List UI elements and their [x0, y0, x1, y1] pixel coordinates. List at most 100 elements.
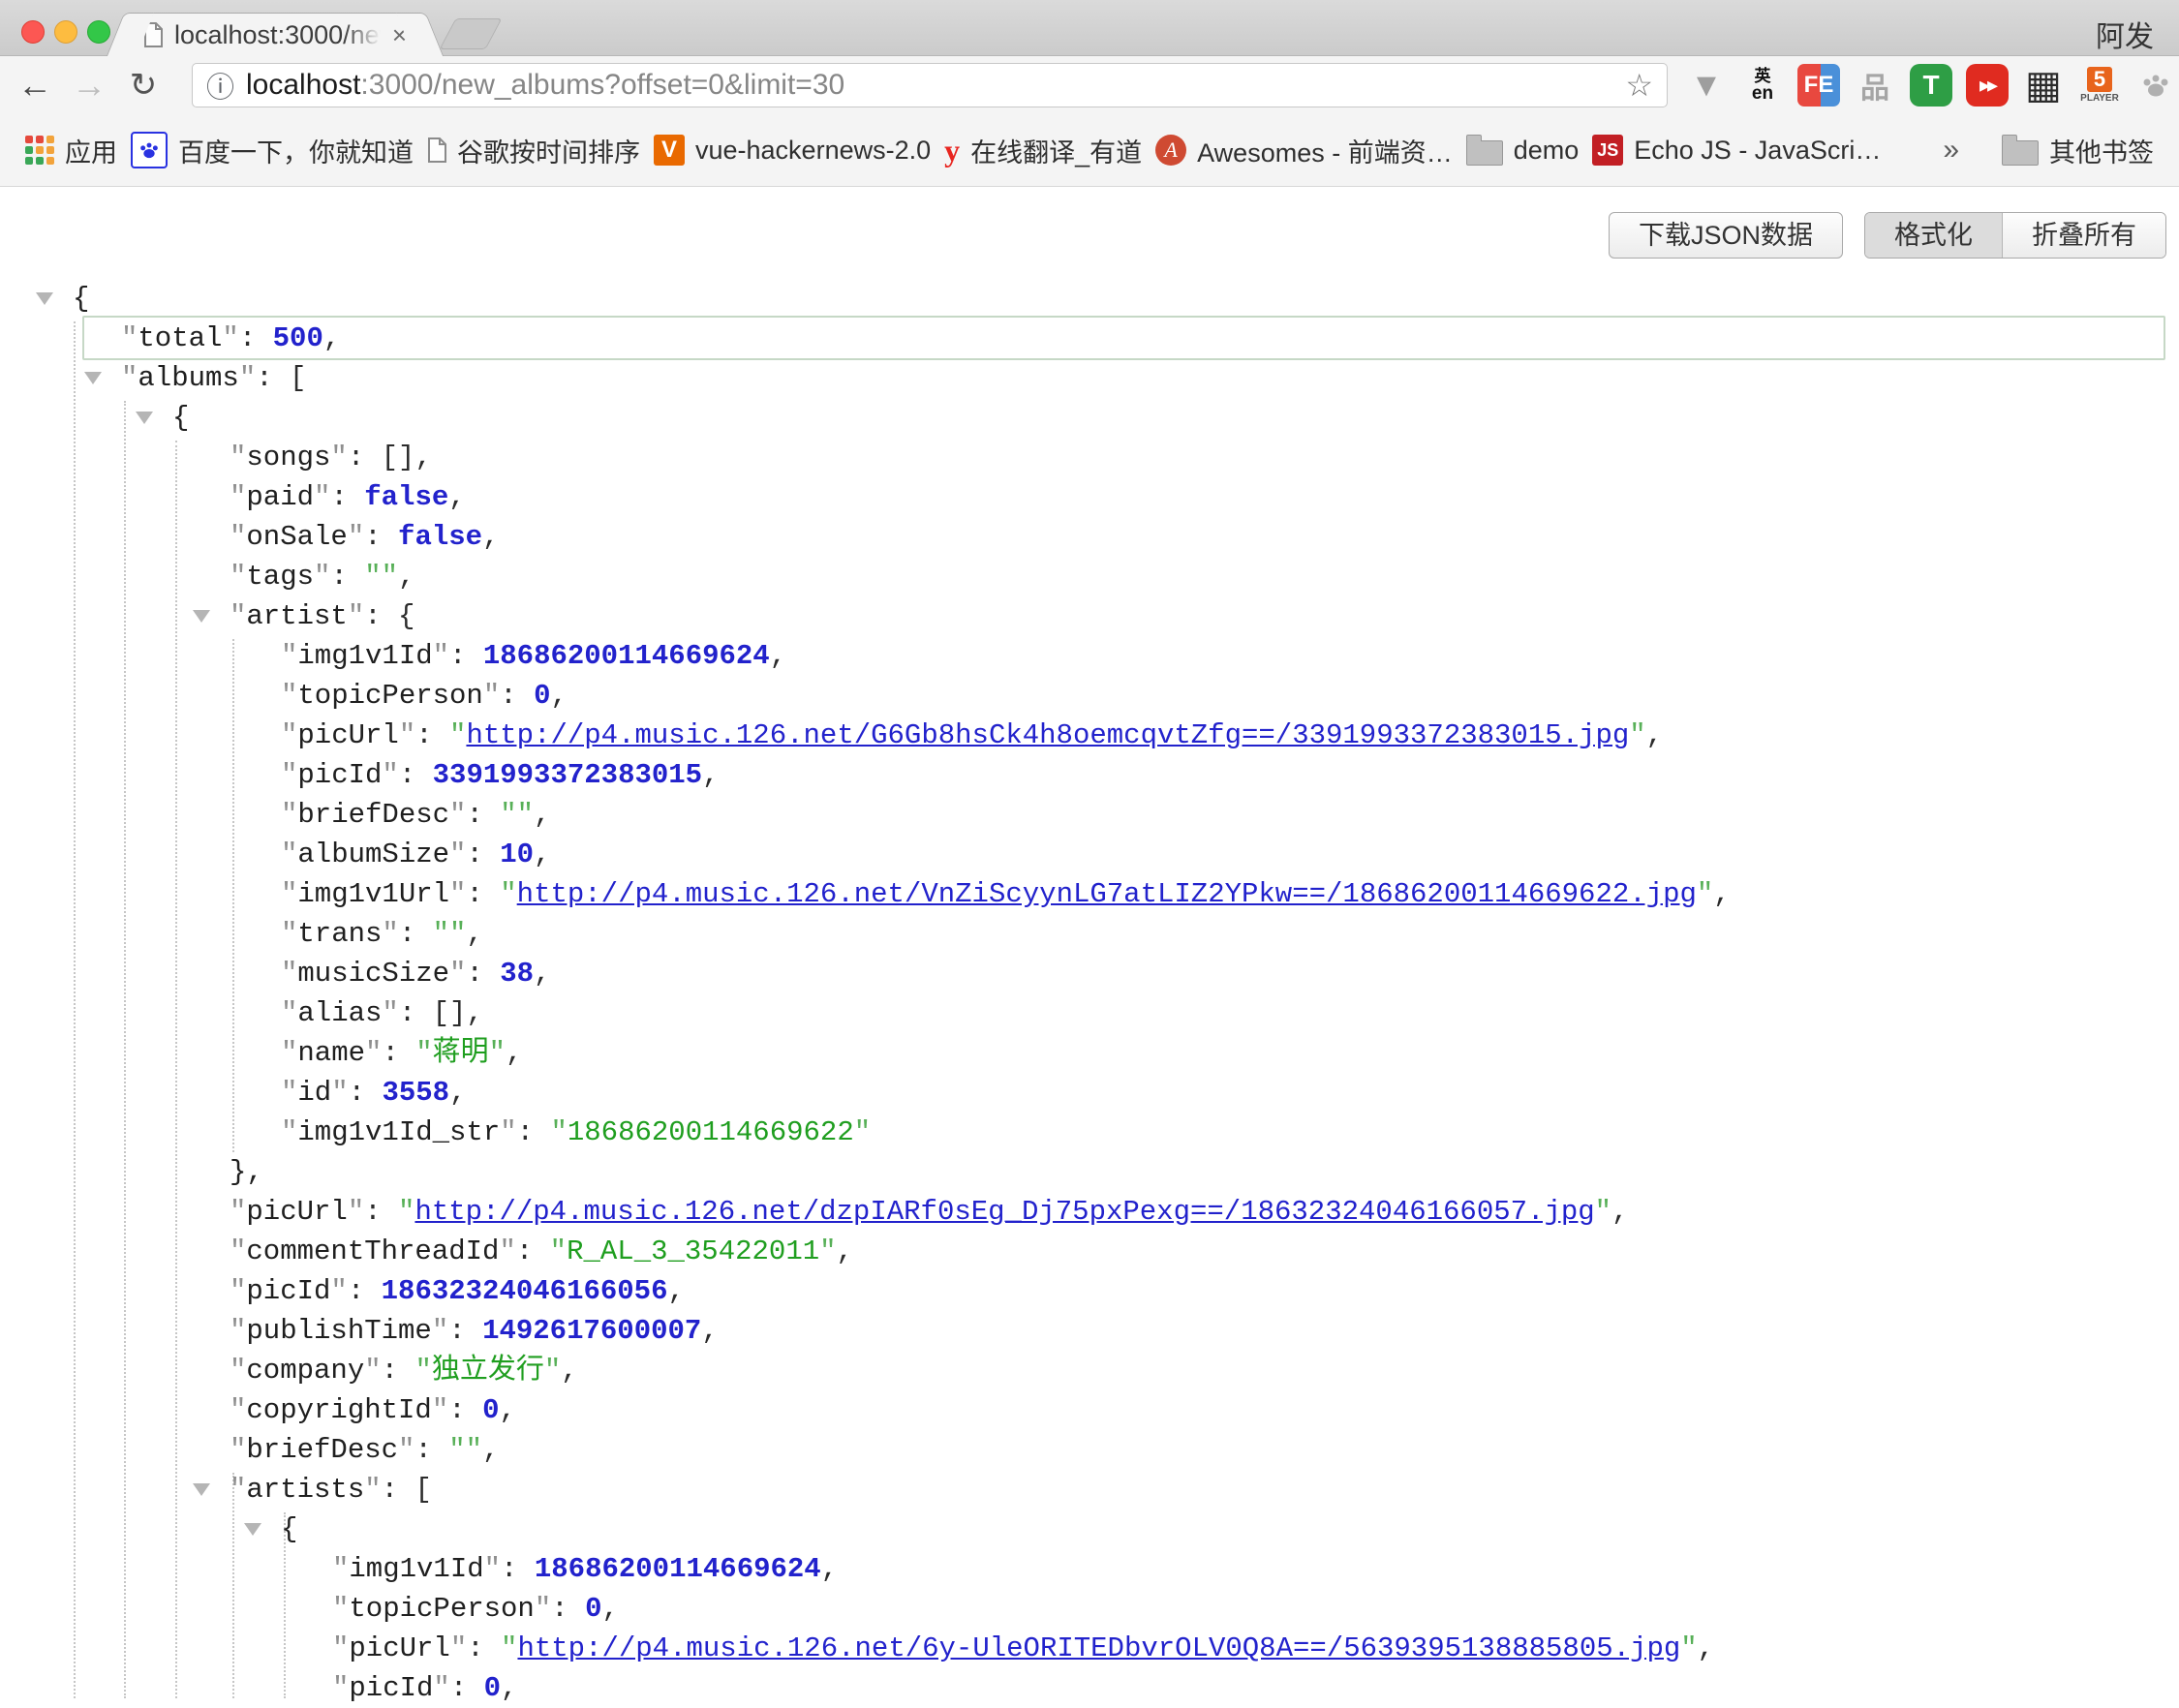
bookmarks-overflow-icon[interactable]: »: [1943, 134, 1959, 167]
json-token: :: [349, 1077, 383, 1109]
json-token: artist: [230, 600, 364, 632]
download-json-button[interactable]: 下载JSON数据: [1609, 212, 1843, 259]
new-tab-button[interactable]: [439, 18, 502, 49]
json-token: ,: [1713, 878, 1730, 910]
bookmark-apps[interactable]: 应用: [25, 132, 117, 169]
json-token: 0: [482, 1394, 499, 1426]
json-url-link[interactable]: http://p4.music.126.net/VnZiScyynLG7atLI…: [517, 878, 1697, 910]
json-token: {: [281, 1513, 297, 1545]
page-info-icon[interactable]: ⓘ: [206, 65, 234, 106]
bookmark-label: Echo JS - JavaScri…: [1634, 136, 1881, 166]
bookmark-baidu[interactable]: 百度一下，你就知道: [131, 132, 414, 169]
json-token: ,: [668, 1275, 685, 1307]
json-token: :: [348, 1275, 382, 1307]
json-line: copyrightId: 0,: [0, 1390, 2179, 1430]
json-line: },: [0, 1152, 2179, 1192]
json-token: ,: [1611, 1196, 1628, 1228]
qr-code-extension-icon[interactable]: ▦: [2022, 64, 2065, 107]
json-token: : [: [382, 1474, 432, 1506]
json-token: ,: [770, 640, 786, 672]
collapse-toggle-icon[interactable]: [36, 292, 53, 305]
json-token: 0: [484, 1672, 501, 1704]
collapse-toggle-icon[interactable]: [193, 610, 210, 623]
paw-extension-icon[interactable]: [2134, 64, 2177, 107]
bookmark-label: Awesomes - 前端资…: [1197, 132, 1453, 169]
reload-button[interactable]: ↻: [116, 66, 170, 105]
json-token: 3558: [382, 1077, 449, 1109]
url-host: localhost: [246, 69, 360, 102]
bookmark-awesomes[interactable]: A Awesomes - 前端资…: [1155, 132, 1453, 169]
bookmark-youdao[interactable]: y 在线翻译_有道: [944, 132, 1142, 169]
json-line: picUrl: "http://p4.music.126.net/6y-UleO…: [0, 1629, 2179, 1668]
url-bar[interactable]: ⓘ localhost :3000/new_albums?offset=0&li…: [192, 63, 1668, 107]
back-button[interactable]: ←: [8, 65, 62, 106]
json-url-link[interactable]: http://p4.music.126.net/dzpIARf0sEg_Dj75…: [414, 1196, 1594, 1228]
bookmark-google-sort[interactable]: 谷歌按时间排序: [427, 132, 640, 169]
collapse-toggle-icon[interactable]: [193, 1483, 210, 1496]
other-bookmarks-folder[interactable]: 其他书签: [2002, 132, 2154, 169]
bookmark-echojs[interactable]: JS Echo JS - JavaScri…: [1592, 135, 1881, 166]
forward-button: →: [62, 65, 116, 106]
titlebar: localhost:3000/new_albums?o × 阿发: [0, 0, 2179, 56]
json-token: :: [330, 481, 364, 513]
tampermonkey-extension-icon[interactable]: T: [1910, 64, 1952, 107]
json-token: ": [1697, 878, 1713, 910]
json-token: id: [281, 1077, 349, 1109]
page-favicon-icon: [143, 22, 163, 47]
maximize-window-button[interactable]: [87, 20, 110, 44]
json-line: picId: 18632324046166056,: [0, 1271, 2179, 1311]
bookmark-vue-hackernews[interactable]: V vue-hackernews-2.0: [654, 135, 931, 166]
bookmark-label: 在线翻译_有道: [970, 132, 1142, 169]
json-token: :: [382, 1037, 415, 1069]
collapse-toggle-icon[interactable]: [84, 372, 102, 384]
json-token: ": [1629, 719, 1645, 751]
json-token: : [],: [399, 997, 483, 1029]
tab-close-icon[interactable]: ×: [392, 20, 407, 50]
browser-tab[interactable]: localhost:3000/new_albums?o ×: [134, 13, 416, 56]
json-token: ,: [821, 1553, 838, 1585]
json-token: ,: [501, 1672, 517, 1704]
json-token: ,: [702, 759, 719, 791]
json-line: name: 蒋明,: [0, 1033, 2179, 1073]
collapse-all-button[interactable]: 折叠所有: [2002, 213, 2165, 258]
page-icon: [427, 137, 446, 163]
close-window-button[interactable]: [21, 20, 45, 44]
sitemap-extension-icon[interactable]: 品: [1854, 64, 1896, 107]
json-token: :: [450, 1672, 484, 1704]
json-token: [500, 799, 534, 831]
json-token: :: [239, 322, 273, 354]
json-token: ,: [534, 958, 550, 990]
minimize-window-button[interactable]: [54, 20, 77, 44]
json-line: tags: ,: [0, 557, 2179, 596]
json-url-link[interactable]: http://p4.music.126.net/6y-UleORITEDbvrO…: [517, 1632, 1680, 1664]
json-token: ,: [1646, 719, 1663, 751]
video-speed-extension-icon[interactable]: ▸▸: [1966, 64, 2009, 107]
json-token: commentThreadId: [230, 1235, 516, 1267]
json-line: img1v1Id: 18686200114669624,: [0, 636, 2179, 676]
json-token: :: [551, 1593, 585, 1625]
profile-name[interactable]: 阿发: [2096, 13, 2154, 55]
json-line: picUrl: "http://p4.music.126.net/dzpIARf…: [0, 1192, 2179, 1232]
json-line: topicPerson: 0,: [0, 676, 2179, 716]
folder-icon: [2002, 140, 2039, 166]
view-mode-segment: 格式化 折叠所有: [1864, 212, 2166, 259]
youdao-translate-extension-icon[interactable]: 英 en: [1741, 64, 1784, 107]
vue-devtools-extension-icon[interactable]: ▼: [1685, 64, 1728, 107]
fe-extension-icon[interactable]: FE: [1797, 64, 1840, 107]
json-token: picUrl: [332, 1632, 467, 1664]
bookmark-demo-folder[interactable]: demo: [1466, 135, 1580, 166]
bookmark-star-icon[interactable]: ☆: [1625, 67, 1653, 104]
json-line: {: [0, 279, 2179, 319]
json-url-link[interactable]: http://p4.music.126.net/G6Gb8hsCk4h8oemc…: [466, 719, 1629, 751]
json-token: tags: [230, 561, 330, 593]
json-tree: {total: 500,albums: [{songs: [],paid: fa…: [0, 279, 2179, 1708]
collapse-toggle-icon[interactable]: [136, 412, 153, 424]
json-token: 0: [585, 1593, 601, 1625]
collapse-toggle-icon[interactable]: [244, 1523, 261, 1536]
format-button[interactable]: 格式化: [1865, 213, 2002, 258]
json-line: {: [0, 398, 2179, 438]
json-line: albumSize: 10,: [0, 835, 2179, 874]
json-token: name: [281, 1037, 382, 1069]
html5-player-extension-icon[interactable]: 5 PLAYER: [2078, 64, 2121, 107]
json-token: 蒋明: [415, 1037, 506, 1069]
